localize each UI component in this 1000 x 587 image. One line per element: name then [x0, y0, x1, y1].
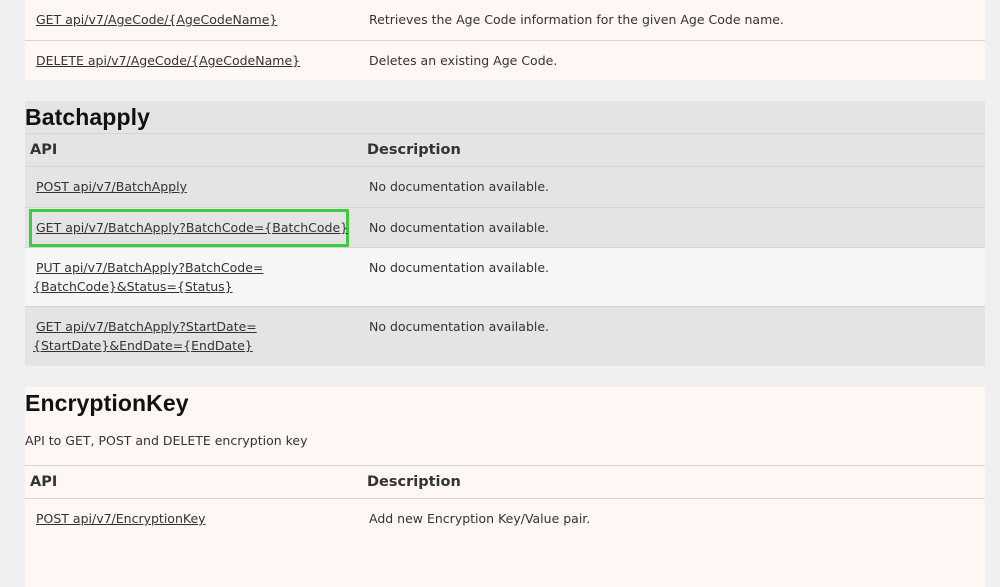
- section-description: API to GET, POST and DELETE encryption k…: [25, 433, 308, 448]
- api-description: No documentation available.: [369, 220, 550, 235]
- column-header-description: Description: [367, 142, 461, 158]
- api-link-get-batchapply-dates[interactable]: GET api/v7/BatchApply?StartDate={StartDa…: [33, 319, 257, 353]
- section-title: Batchapply: [25, 104, 150, 130]
- table-row: GET api/v7/BatchApply?BatchCode={BatchCo…: [25, 207, 985, 247]
- api-link-get-batchapply-batchcode[interactable]: GET api/v7/BatchApply?BatchCode={BatchCo…: [33, 220, 348, 235]
- encryptionkey-section: EncryptionKey API to GET, POST and DELET…: [25, 387, 985, 587]
- table-header: API Description: [25, 133, 985, 167]
- table-row: DELETE api/v7/AgeCode/{AgeCodeName} Dele…: [25, 40, 985, 80]
- agecode-section: GET api/v7/AgeCode/{AgeCodeName} Retriev…: [25, 0, 985, 80]
- api-help-page: GET api/v7/AgeCode/{AgeCodeName} Retriev…: [25, 0, 985, 587]
- api-description: No documentation available.: [369, 260, 550, 275]
- table-header: API Description: [25, 465, 985, 499]
- column-header-description: Description: [367, 474, 461, 490]
- column-header-api: API: [30, 474, 58, 490]
- api-description: Deletes an existing Age Code.: [369, 53, 558, 68]
- table-row: GET api/v7/BatchApply?StartDate={StartDa…: [25, 306, 985, 365]
- api-description: No documentation available.: [369, 179, 550, 194]
- api-link-get-agecode[interactable]: GET api/v7/AgeCode/{AgeCodeName}: [33, 12, 277, 27]
- api-link-put-batchapply[interactable]: PUT api/v7/BatchApply?BatchCode={BatchCo…: [33, 260, 263, 294]
- section-title: EncryptionKey: [25, 390, 189, 416]
- api-link-post-encryptionkey[interactable]: POST api/v7/EncryptionKey: [33, 511, 206, 526]
- api-description: Add new Encryption Key/Value pair.: [369, 511, 591, 526]
- api-table: POST api/v7/BatchApply No documentation …: [25, 167, 985, 365]
- table-row: POST api/v7/BatchApply No documentation …: [25, 167, 985, 207]
- table-row: POST api/v7/EncryptionKey Add new Encryp…: [25, 499, 985, 539]
- batchapply-section: Batchapply API Description POST api/v7/B…: [25, 101, 985, 366]
- api-table: POST api/v7/EncryptionKey Add new Encryp…: [25, 499, 985, 539]
- api-description: Retrieves the Age Code information for t…: [369, 12, 784, 27]
- api-link-post-batchapply[interactable]: POST api/v7/BatchApply: [33, 179, 187, 194]
- api-link-delete-agecode[interactable]: DELETE api/v7/AgeCode/{AgeCodeName}: [33, 53, 300, 68]
- column-header-api: API: [30, 142, 58, 158]
- table-row: PUT api/v7/BatchApply?BatchCode={BatchCo…: [25, 247, 985, 306]
- table-row: GET api/v7/AgeCode/{AgeCodeName} Retriev…: [25, 0, 985, 40]
- api-description: No documentation available.: [369, 319, 550, 334]
